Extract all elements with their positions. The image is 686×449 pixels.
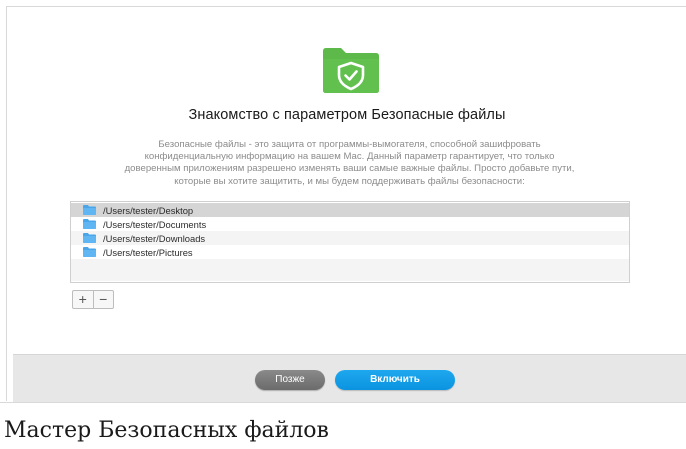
page: Знакомство с параметром Безопасные файлы…	[0, 0, 686, 449]
description-line: которые вы хотите защитить, и мы будем п…	[174, 175, 525, 187]
folder-icon	[83, 219, 96, 229]
dialog-footer: Позже Включить	[13, 354, 686, 402]
add-path-button[interactable]: +	[73, 291, 94, 308]
folder-icon	[83, 247, 96, 257]
shield-folder-icon	[323, 48, 379, 93]
enable-button[interactable]: Включить	[335, 370, 455, 390]
path-label: /Users/tester/Documents	[103, 218, 207, 230]
path-row-downloads[interactable]: /Users/tester/Downloads	[71, 231, 629, 245]
path-label: /Users/tester/Desktop	[103, 204, 194, 216]
protected-paths-list[interactable]: /Users/tester/Desktop /Users/tester/Docu…	[70, 201, 630, 283]
path-row-pictures[interactable]: /Users/tester/Pictures	[71, 245, 629, 259]
folder-icon	[83, 233, 96, 243]
path-row-desktop[interactable]: /Users/tester/Desktop	[71, 203, 629, 217]
add-remove-control: + −	[72, 290, 114, 309]
description-line: Безопасные файлы - это защита от програм…	[158, 139, 541, 150]
safe-files-dialog: Знакомство с параметром Безопасные файлы…	[6, 6, 686, 402]
description-line: доверенным приложениям разрешено изменят…	[124, 163, 575, 175]
dialog-description: Безопасные файлы - это защита от програм…	[77, 139, 622, 188]
remove-path-button[interactable]: −	[94, 291, 114, 308]
path-row-documents[interactable]: /Users/tester/Documents	[71, 217, 629, 231]
folder-icon	[83, 205, 96, 215]
description-line: конфиденциальную информацию на вашем Mac…	[144, 151, 555, 163]
later-button[interactable]: Позже	[255, 370, 325, 390]
dialog-title: Знакомство с параметром Безопасные файлы	[188, 107, 506, 123]
path-label: /Users/tester/Downloads	[103, 232, 206, 244]
figure-caption: Мастер Безопасных файлов	[4, 418, 329, 443]
path-label: /Users/tester/Pictures	[103, 246, 193, 258]
caption-divider	[0, 402, 686, 403]
empty-list-row	[71, 259, 629, 281]
